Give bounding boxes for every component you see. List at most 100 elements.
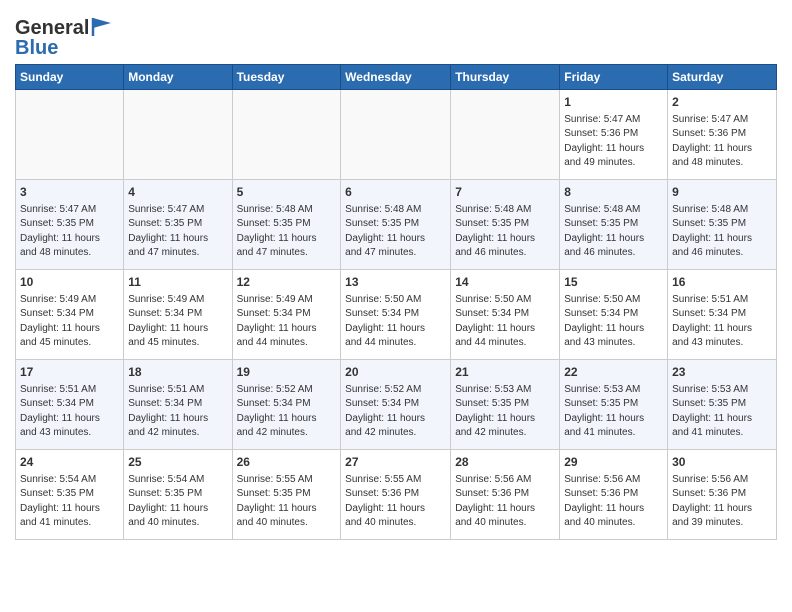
day-info: Sunrise: 5:56 AMSunset: 5:36 PMDaylight:…	[672, 473, 772, 531]
day-number: 13	[345, 274, 446, 291]
day-number: 11	[128, 274, 227, 291]
header: General Blue	[15, 10, 777, 58]
day-info: Sunrise: 5:48 AMSunset: 5:35 PMDaylight:…	[455, 203, 555, 261]
calendar-cell: 26 Sunrise: 5:55 AMSunset: 5:35 PMDayligh…	[232, 450, 341, 540]
calendar-week-1: 1Sunrise: 5:47 AMSunset: 5:36 PMDaylight…	[16, 90, 777, 180]
day-number: 16	[672, 274, 772, 291]
calendar-week-2: 3 Sunrise: 5:47 AMSunset: 5:35 PMDaylight…	[16, 180, 777, 270]
header-row: SundayMondayTuesdayWednesdayThursdayFrid…	[16, 65, 777, 90]
calendar-header: SundayMondayTuesdayWednesdayThursdayFrid…	[16, 65, 777, 90]
calendar-cell: 1Sunrise: 5:47 AMSunset: 5:36 PMDaylight…	[560, 90, 668, 180]
col-header-monday: Monday	[124, 65, 232, 90]
day-info: Sunrise: 5:55 AMSunset: 5:36 PMDaylight:…	[345, 473, 446, 531]
day-number: 7	[455, 184, 555, 201]
day-number: 20	[345, 364, 446, 381]
day-info: Sunrise: 5:49 AMSunset: 5:34 PMDaylight:…	[20, 293, 119, 351]
col-header-thursday: Thursday	[451, 65, 560, 90]
day-info: Sunrise: 5:50 AMSunset: 5:34 PMDaylight:…	[345, 293, 446, 351]
calendar-cell: 22Sunrise: 5:53 AMSunset: 5:35 PMDayligh…	[560, 360, 668, 450]
calendar-cell: 19Sunrise: 5:52 AMSunset: 5:34 PMDayligh…	[232, 360, 341, 450]
calendar-cell: 8 Sunrise: 5:48 AMSunset: 5:35 PMDaylight…	[560, 180, 668, 270]
calendar-cell	[16, 90, 124, 180]
calendar-cell: 11 Sunrise: 5:49 AMSunset: 5:34 PMDayligh…	[124, 270, 232, 360]
logo-blue-text: Blue	[15, 38, 58, 58]
calendar-cell	[451, 90, 560, 180]
calendar-cell: 3Sunrise: 5:47 AMSunset: 5:35 PMDaylight…	[16, 180, 124, 270]
calendar-cell	[341, 90, 451, 180]
calendar-cell: 5 Sunrise: 5:48 AMSunset: 5:35 PMDaylight…	[232, 180, 341, 270]
day-number: 9	[672, 184, 772, 201]
calendar-cell: 29 Sunrise: 5:56 AMSunset: 5:36 PMDayligh…	[560, 450, 668, 540]
calendar-body: 1Sunrise: 5:47 AMSunset: 5:36 PMDaylight…	[16, 90, 777, 540]
day-info: Sunrise: 5:54 AMSunset: 5:35 PMDaylight:…	[20, 473, 119, 531]
calendar-cell: 30 Sunrise: 5:56 AMSunset: 5:36 PMDayligh…	[668, 450, 777, 540]
calendar-cell: 4 Sunrise: 5:47 AMSunset: 5:35 PMDaylight…	[124, 180, 232, 270]
day-number: 17	[20, 364, 119, 381]
day-number: 25	[128, 454, 227, 471]
day-number: 5	[237, 184, 337, 201]
calendar-cell: 10 Sunrise: 5:49 AMSunset: 5:34 PMDayligh…	[16, 270, 124, 360]
calendar-cell: 20 Sunrise: 5:52 AMSunset: 5:34 PMDayligh…	[341, 360, 451, 450]
day-number: 10	[20, 274, 119, 291]
calendar-cell: 21 Sunrise: 5:53 AMSunset: 5:35 PMDayligh…	[451, 360, 560, 450]
calendar-cell: 28Sunrise: 5:56 AMSunset: 5:36 PMDayligh…	[451, 450, 560, 540]
day-number: 6	[345, 184, 446, 201]
col-header-tuesday: Tuesday	[232, 65, 341, 90]
day-info: Sunrise: 5:52 AMSunset: 5:34 PMDaylight:…	[345, 383, 446, 441]
col-header-wednesday: Wednesday	[341, 65, 451, 90]
calendar-cell: 25 Sunrise: 5:54 AMSunset: 5:35 PMDayligh…	[124, 450, 232, 540]
day-number: 28	[455, 454, 555, 471]
calendar-cell: 18Sunrise: 5:51 AMSunset: 5:34 PMDayligh…	[124, 360, 232, 450]
day-info: Sunrise: 5:53 AMSunset: 5:35 PMDaylight:…	[672, 383, 772, 441]
day-info: Sunrise: 5:54 AMSunset: 5:35 PMDaylight:…	[128, 473, 227, 531]
col-header-sunday: Sunday	[16, 65, 124, 90]
day-info: Sunrise: 5:49 AMSunset: 5:34 PMDaylight:…	[128, 293, 227, 351]
calendar-cell: 2 Sunrise: 5:47 AMSunset: 5:36 PMDaylight…	[668, 90, 777, 180]
calendar-cell: 14 Sunrise: 5:50 AMSunset: 5:34 PMDayligh…	[451, 270, 560, 360]
day-number: 23	[672, 364, 772, 381]
day-info: Sunrise: 5:47 AMSunset: 5:36 PMDaylight:…	[672, 113, 772, 171]
day-number: 2	[672, 94, 772, 111]
day-number: 8	[564, 184, 663, 201]
day-info: Sunrise: 5:48 AMSunset: 5:35 PMDaylight:…	[345, 203, 446, 261]
day-info: Sunrise: 5:50 AMSunset: 5:34 PMDaylight:…	[455, 293, 555, 351]
calendar-table: SundayMondayTuesdayWednesdayThursdayFrid…	[15, 64, 777, 540]
day-info: Sunrise: 5:52 AMSunset: 5:34 PMDaylight:…	[237, 383, 337, 441]
calendar-cell	[232, 90, 341, 180]
day-number: 14	[455, 274, 555, 291]
day-info: Sunrise: 5:47 AMSunset: 5:35 PMDaylight:…	[128, 203, 227, 261]
day-number: 4	[128, 184, 227, 201]
day-info: Sunrise: 5:48 AMSunset: 5:35 PMDaylight:…	[237, 203, 337, 261]
col-header-saturday: Saturday	[668, 65, 777, 90]
day-info: Sunrise: 5:48 AMSunset: 5:35 PMDaylight:…	[672, 203, 772, 261]
day-info: Sunrise: 5:53 AMSunset: 5:35 PMDaylight:…	[564, 383, 663, 441]
day-number: 21	[455, 364, 555, 381]
calendar-cell: 17 Sunrise: 5:51 AMSunset: 5:34 PMDayligh…	[16, 360, 124, 450]
day-info: Sunrise: 5:53 AMSunset: 5:35 PMDaylight:…	[455, 383, 555, 441]
day-info: Sunrise: 5:55 AMSunset: 5:35 PMDaylight:…	[237, 473, 337, 531]
calendar-cell: 15Sunrise: 5:50 AMSunset: 5:34 PMDayligh…	[560, 270, 668, 360]
day-number: 26	[237, 454, 337, 471]
day-number: 27	[345, 454, 446, 471]
calendar-cell	[124, 90, 232, 180]
day-info: Sunrise: 5:51 AMSunset: 5:34 PMDaylight:…	[672, 293, 772, 351]
page: General Blue SundayMondayTuesdayWednesda…	[0, 0, 792, 555]
calendar-week-3: 10 Sunrise: 5:49 AMSunset: 5:34 PMDayligh…	[16, 270, 777, 360]
day-info: Sunrise: 5:49 AMSunset: 5:34 PMDaylight:…	[237, 293, 337, 351]
calendar-cell: 12Sunrise: 5:49 AMSunset: 5:34 PMDayligh…	[232, 270, 341, 360]
day-number: 18	[128, 364, 227, 381]
day-info: Sunrise: 5:51 AMSunset: 5:34 PMDaylight:…	[20, 383, 119, 441]
calendar-cell: 23 Sunrise: 5:53 AMSunset: 5:35 PMDayligh…	[668, 360, 777, 450]
day-number: 3	[20, 184, 119, 201]
calendar-cell: 9 Sunrise: 5:48 AMSunset: 5:35 PMDaylight…	[668, 180, 777, 270]
day-number: 29	[564, 454, 663, 471]
col-header-friday: Friday	[560, 65, 668, 90]
day-info: Sunrise: 5:56 AMSunset: 5:36 PMDaylight:…	[564, 473, 663, 531]
logo: General Blue	[15, 18, 113, 58]
day-info: Sunrise: 5:50 AMSunset: 5:34 PMDaylight:…	[564, 293, 663, 351]
calendar-week-4: 17 Sunrise: 5:51 AMSunset: 5:34 PMDayligh…	[16, 360, 777, 450]
calendar-cell: 6 Sunrise: 5:48 AMSunset: 5:35 PMDaylight…	[341, 180, 451, 270]
calendar-cell: 27 Sunrise: 5:55 AMSunset: 5:36 PMDayligh…	[341, 450, 451, 540]
day-number: 30	[672, 454, 772, 471]
day-info: Sunrise: 5:48 AMSunset: 5:35 PMDaylight:…	[564, 203, 663, 261]
